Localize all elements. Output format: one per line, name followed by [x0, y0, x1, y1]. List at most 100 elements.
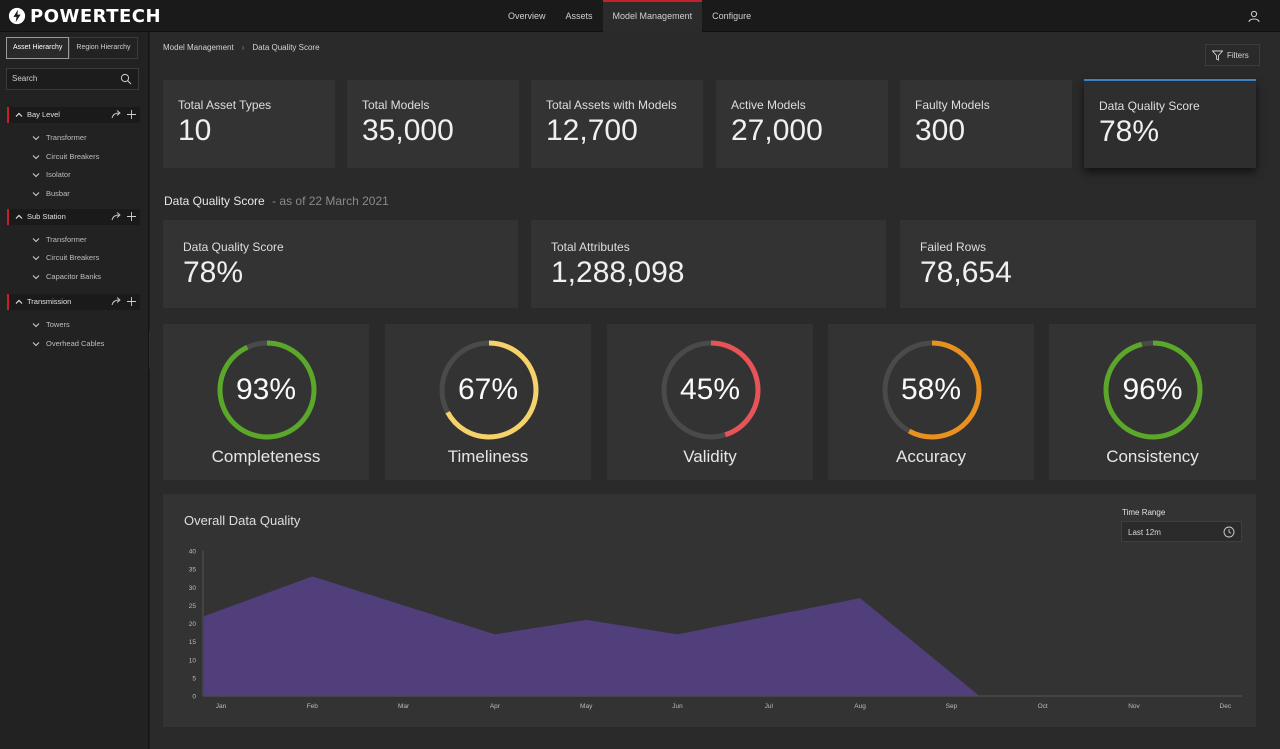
filters-button[interactable]: Filters: [1205, 44, 1260, 66]
x-tick-label: Jan: [216, 703, 227, 710]
share-icon[interactable]: [111, 109, 122, 120]
summary-card: Data Quality Score 78%: [163, 220, 518, 308]
tree-item-label: Transformer: [46, 133, 87, 142]
kpi-card[interactable]: Active Models 27,000: [716, 80, 888, 168]
tree-item-transformer[interactable]: Transformer: [32, 234, 87, 246]
tree-item-label: Overhead Cables: [46, 339, 105, 348]
x-tick-label: Sep: [946, 703, 958, 710]
breadcrumb-model-management[interactable]: Model Management: [163, 43, 234, 52]
add-icon[interactable]: [126, 211, 137, 222]
kpi-label: Active Models: [731, 98, 806, 112]
y-tick-label: 0: [192, 694, 196, 701]
gauge-card-accuracy: 58% Accuracy: [828, 324, 1034, 480]
kpi-label: Total Asset Types: [178, 98, 272, 112]
brand-name: POWERTECH: [30, 5, 162, 27]
kpi-card[interactable]: Total Asset Types 10: [163, 80, 335, 168]
summary-label: Data Quality Score: [183, 240, 284, 254]
gauge-value: 96%: [1122, 373, 1183, 406]
gauge-value: 93%: [235, 373, 297, 406]
kpi-value: 35,000: [362, 114, 454, 147]
tree-item-overhead-cables[interactable]: Overhead Cables: [32, 338, 104, 350]
section-subtitle: - as of 22 March 2021: [272, 194, 389, 208]
chevron-down-icon: [32, 173, 40, 178]
y-tick-label: 10: [189, 657, 197, 664]
nav-model-management[interactable]: Model Management: [602, 0, 703, 32]
summary-card: Failed Rows 78,654: [900, 220, 1256, 308]
section-title: Data Quality Score - as of 22 March 2021: [164, 194, 389, 208]
tab-region-hierarchy[interactable]: Region Hierarchy: [69, 37, 138, 59]
x-tick-label: Dec: [1220, 703, 1232, 710]
kpi-value: 12,700: [546, 114, 638, 147]
add-icon[interactable]: [126, 109, 137, 120]
nav-overview[interactable]: Overview: [498, 0, 556, 32]
chevron-down-icon: [32, 238, 40, 243]
hierarchy-tabs: Asset Hierarchy Region Hierarchy: [6, 37, 138, 59]
kpi-card[interactable]: Total Models 35,000: [347, 80, 519, 168]
chevron-down-icon: [32, 192, 40, 197]
chevron-up-icon[interactable]: [15, 111, 23, 119]
top-bar: POWERTECH Overview Assets Model Manageme…: [0, 0, 1280, 32]
kpi-label: Total Models: [362, 98, 430, 112]
summary-label: Failed Rows: [920, 240, 987, 254]
gauge-value: 58%: [900, 373, 962, 406]
kpi-value: 78%: [1099, 115, 1160, 148]
share-icon[interactable]: [111, 211, 122, 222]
y-tick-label: 30: [189, 585, 197, 592]
tree-item-label: Circuit Breakers: [46, 253, 100, 262]
tree-item-circuit-breakers[interactable]: Circuit Breakers: [32, 151, 99, 163]
gauge-card-validity: 45% Validity: [607, 324, 813, 480]
main-nav: Overview Assets Model Management Configu…: [498, 0, 761, 32]
chevron-up-icon[interactable]: [15, 213, 23, 221]
user-icon[interactable]: [1248, 10, 1260, 22]
gauge-card-completeness: 93% Completeness: [163, 324, 369, 480]
tree-item-transformer[interactable]: Transformer: [32, 132, 87, 144]
add-icon[interactable]: [126, 296, 137, 307]
kpi-label: Total Assets with Models: [546, 98, 677, 112]
chevron-down-icon: [32, 256, 40, 261]
tree-item-label: Capacitor Banks: [46, 272, 102, 281]
tree-item-circuit-breakers[interactable]: Circuit Breakers: [32, 252, 99, 264]
x-tick-label: Oct: [1038, 703, 1048, 710]
x-tick-label: Jul: [765, 703, 774, 710]
tree-item-isolator[interactable]: Isolator: [32, 169, 71, 181]
x-tick-label: Mar: [398, 703, 410, 710]
nav-configure[interactable]: Configure: [702, 0, 761, 32]
share-icon[interactable]: [111, 296, 122, 307]
group-sub-station[interactable]: Sub Station: [7, 209, 140, 225]
x-tick-label: Apr: [490, 703, 501, 710]
tree-item-towers[interactable]: Towers: [32, 319, 70, 331]
y-tick-label: 15: [189, 639, 197, 646]
brand-logo[interactable]: POWERTECH: [8, 5, 162, 27]
tab-asset-hierarchy[interactable]: Asset Hierarchy: [6, 37, 70, 59]
tree-item-label: Isolator: [46, 170, 71, 179]
y-tick-label: 5: [192, 675, 196, 682]
chevron-right-icon: ›: [241, 43, 245, 52]
group-bay-level[interactable]: Bay Level: [7, 107, 140, 123]
search-input[interactable]: Search: [6, 68, 139, 90]
group-transmission[interactable]: Transmission: [7, 294, 140, 310]
kpi-card[interactable]: Total Assets with Models 12,700: [531, 80, 703, 168]
search-icon[interactable]: [120, 73, 132, 85]
chevron-down-icon: [32, 136, 40, 141]
kpi-card-selected[interactable]: Data Quality Score 78%: [1084, 79, 1256, 168]
x-tick-label: Jun: [672, 703, 683, 710]
tree-item-label: Busbar: [46, 189, 70, 198]
filters-label: Filters: [1227, 51, 1249, 60]
chevron-up-icon[interactable]: [15, 298, 23, 306]
x-tick-label: Feb: [307, 703, 319, 710]
nav-assets[interactable]: Assets: [556, 0, 603, 32]
filter-icon: [1212, 50, 1223, 61]
kpi-card[interactable]: Faulty Models 300: [900, 80, 1072, 168]
area-chart: 0 5 10 15 20 25 30 35 40 Jan Feb Mar Apr May Jun Jul Aug…: [189, 549, 1242, 710]
tree-item-capacitor-banks[interactable]: Capacitor Banks: [32, 271, 101, 283]
main-content: Model Management › Data Quality Score Fi…: [150, 32, 1280, 749]
breadcrumb-data-quality-score: Data Quality Score: [252, 43, 320, 52]
kpi-label: Faulty Models: [915, 98, 990, 112]
summary-card: Total Attributes 1,288,098: [531, 220, 886, 308]
gauge-label: Timeliness: [447, 447, 529, 466]
kpi-value: 10: [178, 114, 212, 147]
tree-item-label: Towers: [46, 320, 70, 329]
group-label: Sub Station: [27, 212, 66, 221]
tree-item-busbar[interactable]: Busbar: [32, 188, 70, 200]
bolt-logo-icon: [8, 7, 26, 25]
